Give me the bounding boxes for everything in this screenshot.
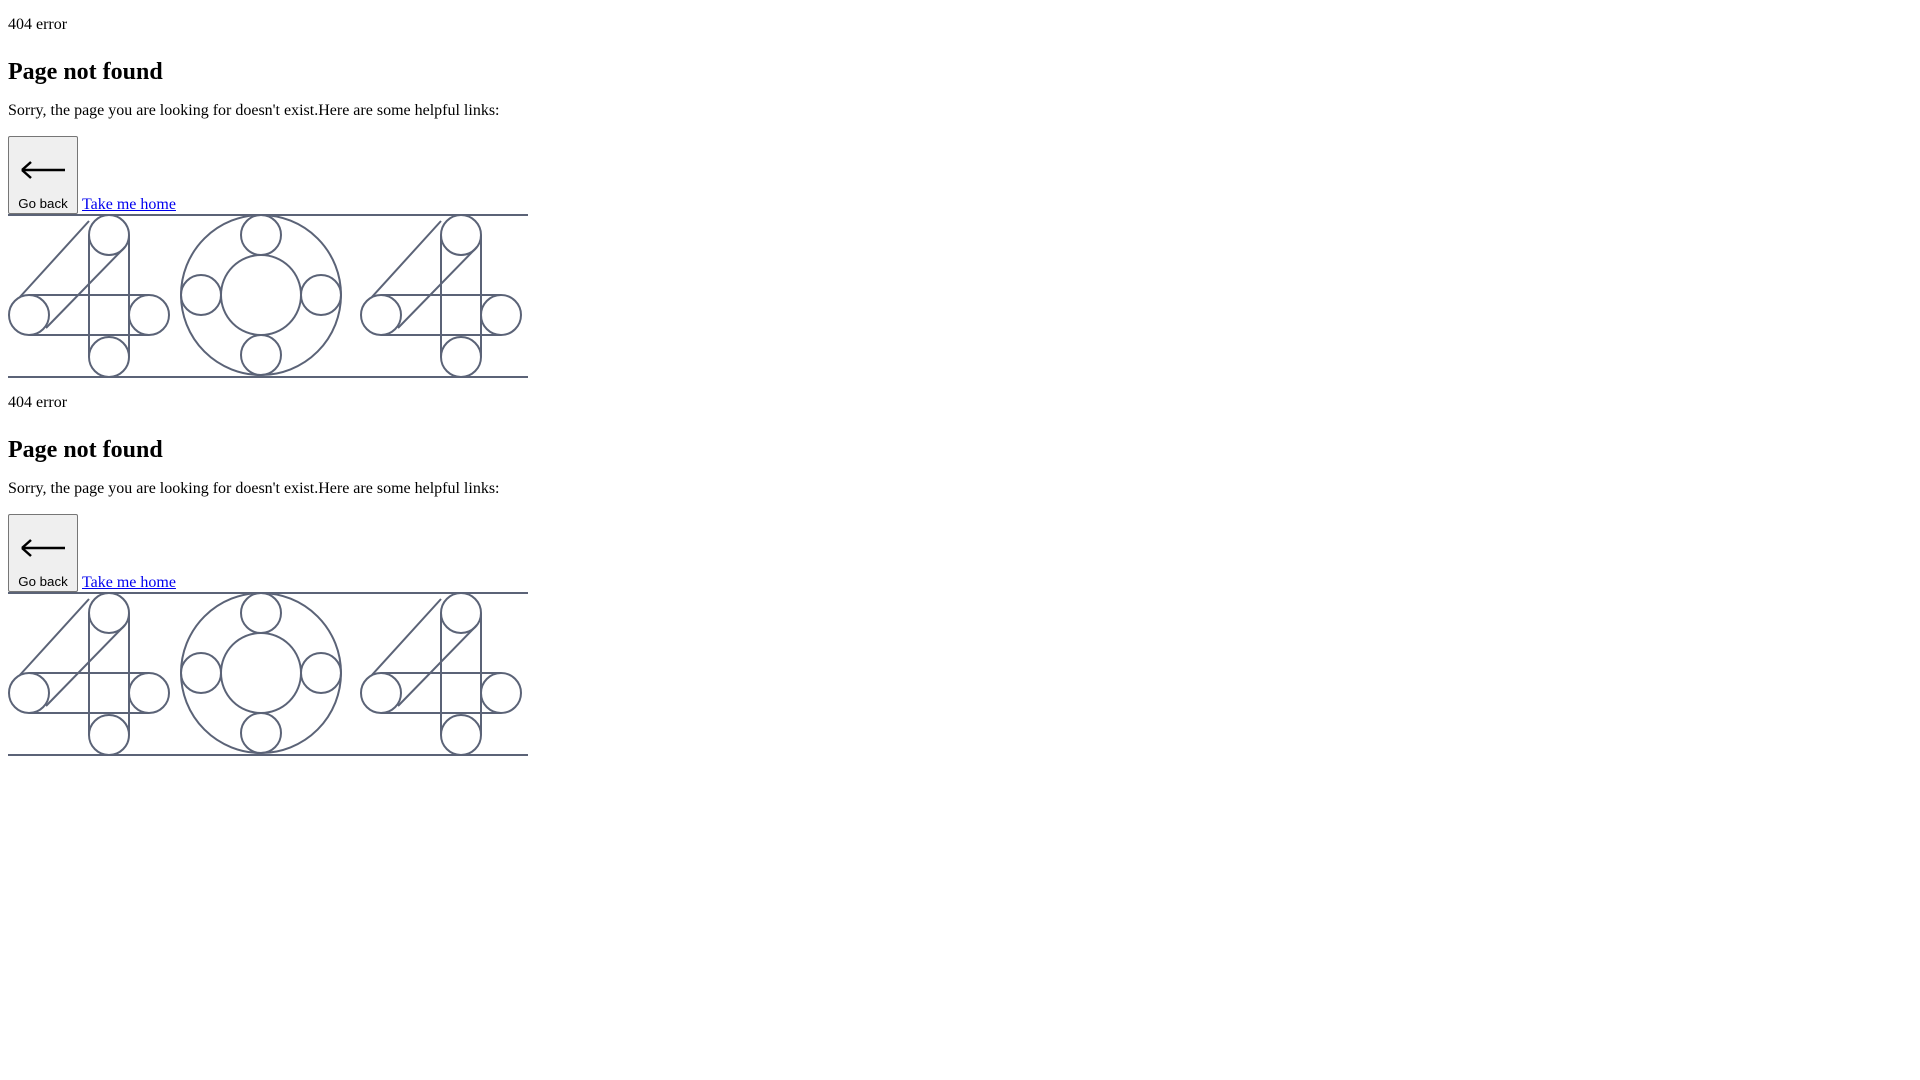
arrow-left-icon <box>21 161 65 179</box>
go-back-button[interactable]: Go back <box>8 136 78 214</box>
404-illustration <box>8 592 528 756</box>
take-me-home-link[interactable]: Take me home <box>82 574 176 592</box>
error-description: Sorry, the page you are looking for does… <box>8 102 500 119</box>
page-content: 404 error Page not found Sorry, the page… <box>8 0 528 756</box>
helpful-links: Go back Take me home <box>8 514 528 592</box>
helpful-links: Go back Take me home <box>8 136 528 214</box>
page-title: Page not found <box>8 59 163 85</box>
go-back-label: Go back <box>18 196 68 211</box>
go-back-button[interactable]: Go back <box>8 514 78 592</box>
error-code-label: 404 error <box>8 394 68 411</box>
not-found-section: 404 error Page not found Sorry, the page… <box>8 16 528 378</box>
error-code-label: 404 error <box>8 16 68 33</box>
take-me-home-link[interactable]: Take me home <box>82 196 176 214</box>
not-found-section: 404 error Page not found Sorry, the page… <box>8 394 528 756</box>
go-back-label: Go back <box>18 574 68 589</box>
page-title: Page not found <box>8 437 163 463</box>
404-illustration <box>8 214 528 378</box>
error-description: Sorry, the page you are looking for does… <box>8 480 500 497</box>
arrow-left-icon <box>21 539 65 557</box>
